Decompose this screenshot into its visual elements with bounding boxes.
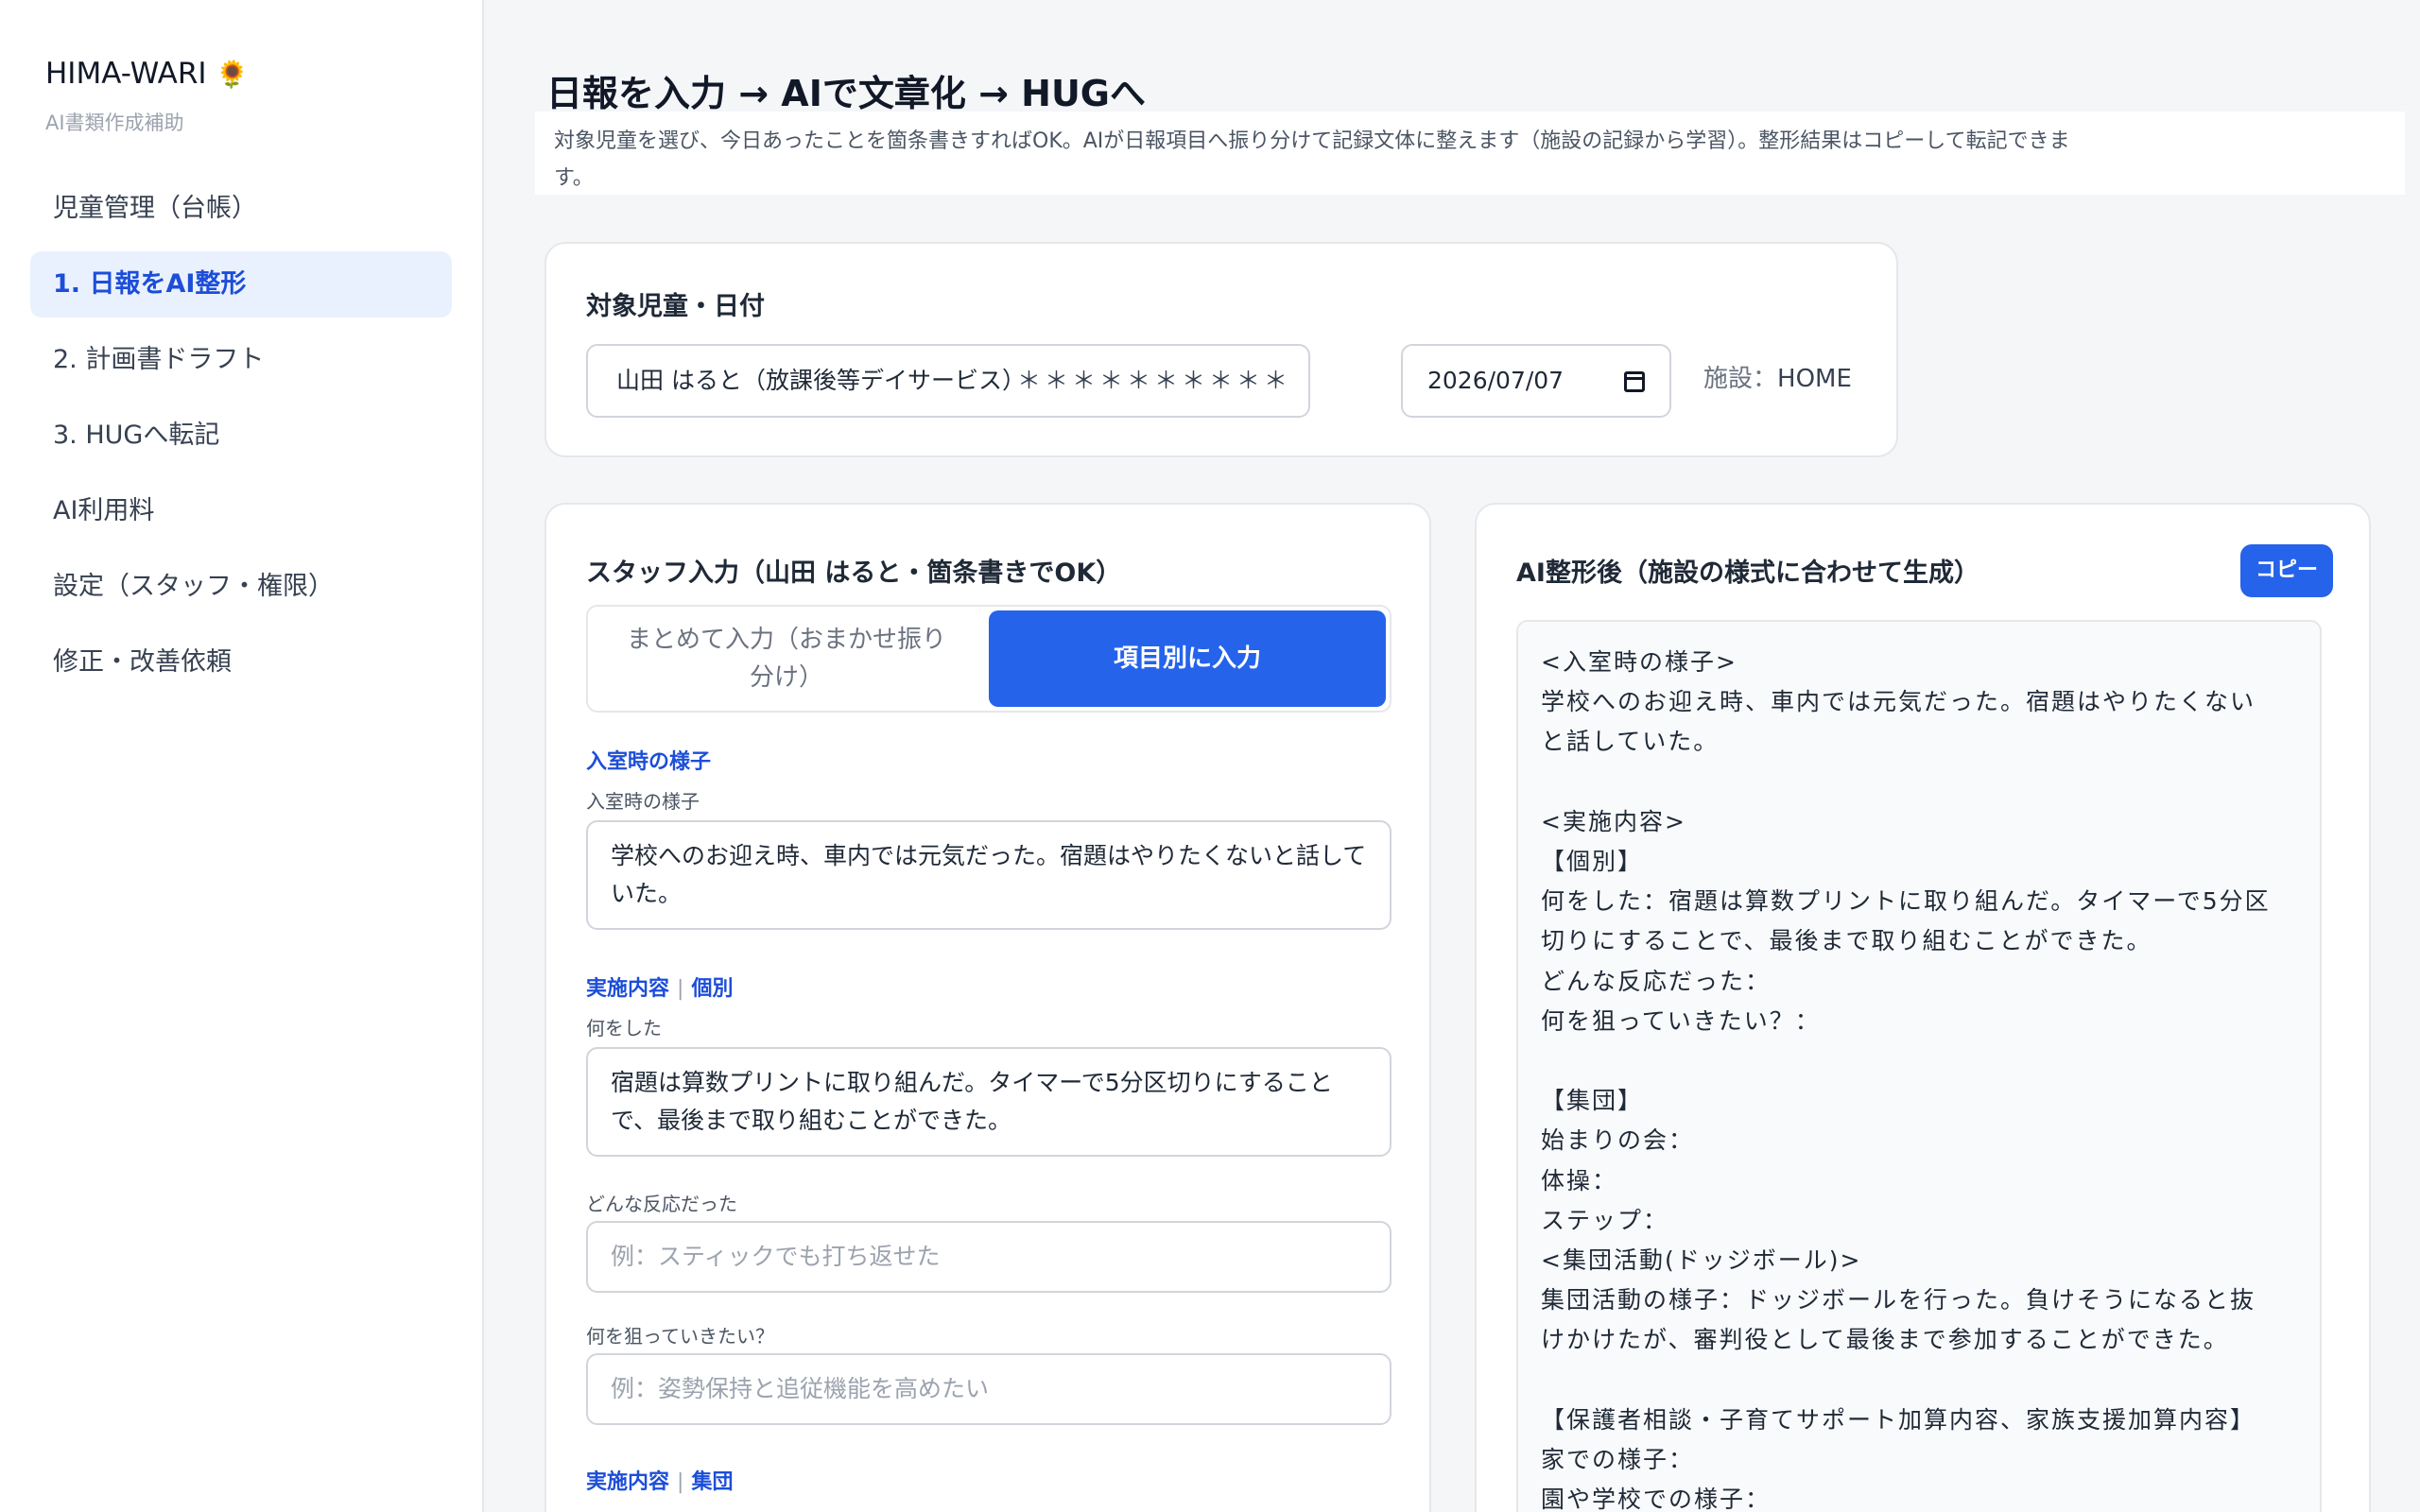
main-content: 日報を入力 → AIで文章化 → HUGへ 対象児童を選び、今日あったことを箇条…	[484, 0, 2420, 1512]
page-description-text: 対象児童を選び、今日あったことを箇条書きすればOK。AIが日報項目へ振り分けて記…	[554, 129, 2070, 190]
aim-field-label: 何を狙っていきたい？	[586, 1325, 774, 1348]
output-line: 【個別】	[1541, 848, 1644, 875]
staff-input-title: スタッフ入力（山田 はると・箇条書きでOK）	[586, 558, 1122, 588]
brand-name: HIMA-WARI	[45, 57, 207, 91]
facility-info: 施設：HOME	[1703, 359, 1852, 394]
output-line: 園や学校での様子：	[1541, 1486, 1772, 1512]
sidebar-nav: 児童管理（台帳） 1. 日報をAI整形 2. 計画書ドラフト 3. HUGへ転記…	[30, 176, 452, 705]
brand-subtitle: AI書類作成補助	[45, 112, 184, 134]
output-line: と話していた。	[1541, 728, 1720, 756]
output-line: <実施内容>	[1541, 807, 1686, 835]
child-select[interactable]: 山田 はると（放課後等デイサービス） ＊＊＊＊＊＊＊＊＊＊	[586, 344, 1310, 418]
sidebar-item-daily-report[interactable]: 1. 日報をAI整形	[30, 251, 452, 318]
output-line: 切りにすることで、最後まで取り組むことができた。	[1541, 927, 2152, 955]
sidebar-item-ai-usage[interactable]: AI利用料	[30, 478, 452, 544]
output-line: 何をした：宿題は算数プリントに取り組んだ。タイマーで5分区	[1541, 887, 2271, 916]
sidebar-item-settings[interactable]: 設定（スタッフ・権限）	[30, 554, 452, 620]
output-line: 何を狙っていきたい？：	[1541, 1006, 1821, 1035]
reaction-field-label: どんな反応だった	[586, 1193, 737, 1215]
did-field-label: 何をした	[586, 1017, 662, 1040]
output-line: 体操：	[1541, 1166, 1618, 1194]
section-individual-sub: 個別	[691, 977, 734, 1001]
did-textarea[interactable]: 宿題は算数プリントに取り組んだ。タイマーで5分区切りにすることで、最後まで取り組…	[586, 1047, 1392, 1157]
aim-textarea[interactable]: 例：姿勢保持と追従機能を高めたい	[586, 1353, 1392, 1425]
sidebar-item-hug-transfer[interactable]: 3. HUGへ転記	[30, 403, 452, 469]
page-title: 日報を入力 → AIで文章化 → HUGへ	[546, 73, 1146, 114]
ai-output-title: AI整形後（施設の様式に合わせて生成）	[1516, 558, 1979, 588]
output-line: けかけたが、審判役として最後まで参加することができた。	[1541, 1326, 2229, 1354]
facility-value: HOME	[1777, 365, 1852, 393]
tab-item-input[interactable]: 項目別に入力	[989, 610, 1386, 707]
tab-bulk-input[interactable]: まとめて入力（おまかせ振り分け）	[588, 607, 985, 711]
output-line: どんな反応だった：	[1541, 967, 1772, 995]
date-input[interactable]: 2026/07/07	[1401, 344, 1671, 418]
output-line: 家での様子：	[1541, 1446, 1695, 1474]
sidebar-item-feedback[interactable]: 修正・改善依頼	[30, 629, 452, 696]
staff-input-card: スタッフ入力（山田 はると・箇条書きでOK） まとめて入力（おまかせ振り分け） …	[544, 503, 1431, 1512]
sunflower-icon: 🌻	[216, 59, 250, 90]
output-line: <集団活動(ドッジボール)>	[1541, 1246, 1862, 1275]
section-group-sub: 集団	[691, 1470, 734, 1494]
sidebar-item-plan-draft[interactable]: 2. 計画書ドラフト	[30, 327, 452, 393]
output-line: 集団活動の様子：ドッジボールを行った。負けそうになると抜	[1541, 1286, 2256, 1314]
output-line: <入室時の様子>	[1541, 648, 1737, 676]
ai-output-text[interactable]: <入室時の様子> 学校へのお迎え時、車内では元気だった。宿題はやりたくない と話…	[1516, 620, 2322, 1512]
ai-output-card: AI整形後（施設の様式に合わせて生成） コピー <入室時の様子> 学校へのお迎え…	[1475, 503, 2371, 1512]
output-line: 【集団】	[1541, 1087, 1644, 1115]
facility-label: 施設：	[1703, 365, 1778, 393]
target-card: 対象児童・日付 山田 はると（放課後等デイサービス） ＊＊＊＊＊＊＊＊＊＊ 20…	[544, 242, 1898, 457]
section-group-main: 実施内容	[586, 1470, 670, 1494]
sidebar-item-child-ledger[interactable]: 児童管理（台帳）	[30, 176, 452, 242]
child-id-mask: ＊＊＊＊＊＊＊＊＊＊	[1016, 367, 1291, 394]
section-arrival-title: 入室時の様子	[586, 750, 712, 774]
output-line: ステップ：	[1541, 1206, 1669, 1234]
copy-button[interactable]: コピー	[2240, 544, 2333, 597]
calendar-icon[interactable]	[1624, 371, 1645, 392]
reaction-textarea[interactable]: 例：スティックでも打ち返せた	[586, 1221, 1392, 1293]
child-select-value: 山田 はると（放課後等デイサービス）	[616, 367, 1026, 394]
input-mode-toggle: まとめて入力（おまかせ振り分け） 項目別に入力	[586, 605, 1392, 713]
target-label: 対象児童・日付	[586, 292, 765, 321]
output-line: 学校へのお迎え時、車内では元気だった。宿題はやりたくない	[1541, 688, 2256, 716]
sidebar: HIMA-WARI 🌻 AI書類作成補助 児童管理（台帳） 1. 日報をAI整形…	[0, 0, 484, 1512]
brand[interactable]: HIMA-WARI 🌻	[45, 57, 249, 91]
output-line: 始まりの会：	[1541, 1126, 1695, 1155]
section-individual-main: 実施内容	[586, 977, 670, 1001]
section-group-title: 実施内容 | 集団	[586, 1470, 734, 1494]
date-value: 2026/07/07	[1427, 367, 1564, 394]
output-line: 【保護者相談・子育てサポート加算内容、家族支援加算内容】	[1541, 1405, 2256, 1434]
page-description: 対象児童を選び、今日あったことを箇条書きすればOK。AIが日報項目へ振り分けて記…	[535, 112, 2405, 195]
arrival-textarea[interactable]: 学校へのお迎え時、車内では元気だった。宿題はやりたくないと話していた。	[586, 820, 1392, 930]
section-individual-title: 実施内容 | 個別	[586, 977, 734, 1001]
arrival-field-label: 入室時の様子	[586, 790, 700, 813]
